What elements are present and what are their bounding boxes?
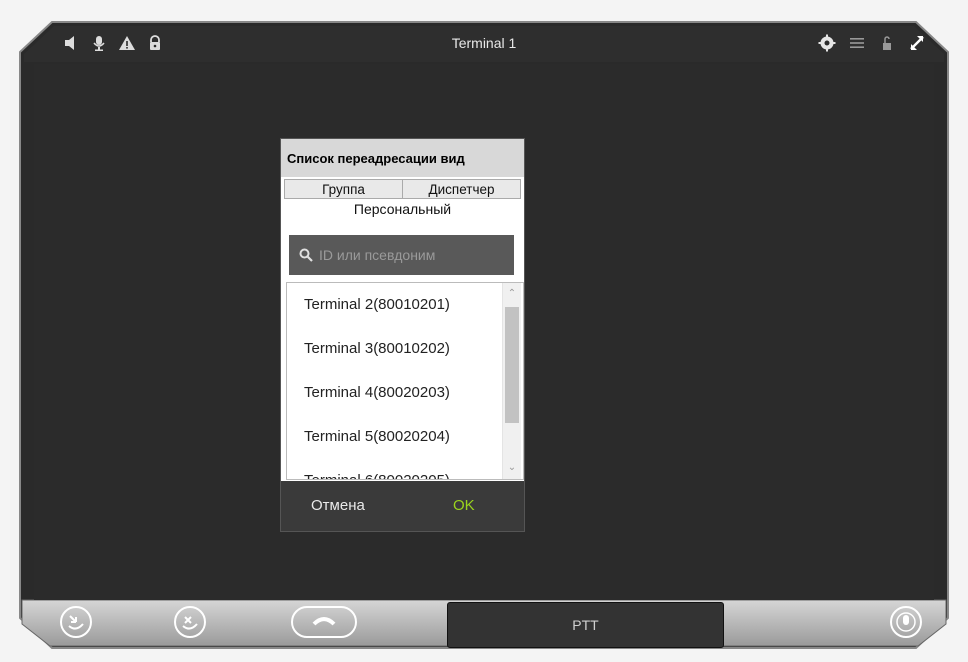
search-input[interactable] xyxy=(317,246,501,264)
cancel-button[interactable]: Отмена xyxy=(311,497,365,514)
ok-button[interactable]: OK xyxy=(453,497,475,514)
search-icon xyxy=(299,248,313,262)
dialog-footer: Отмена OK xyxy=(281,481,524,531)
scrollbar-thumb[interactable] xyxy=(505,307,519,423)
menu-icon[interactable] xyxy=(848,34,866,52)
list-scrollbar[interactable]: ⌃ ⌄ xyxy=(502,283,521,479)
voice-message-icon[interactable] xyxy=(888,604,924,645)
expand-icon[interactable] xyxy=(908,34,926,52)
bottom-bar: PTT xyxy=(22,600,946,648)
forwarding-dialog: Список переадресации вид Группа Диспетче… xyxy=(280,138,525,532)
reject-call-icon[interactable] xyxy=(172,604,208,645)
pin-icon[interactable] xyxy=(878,34,896,52)
hang-up-icon[interactable] xyxy=(290,604,358,645)
tab-dispatcher[interactable]: Диспетчер xyxy=(403,179,521,199)
list-item[interactable]: Terminal 3(80010202) xyxy=(287,327,523,371)
answer-call-icon[interactable] xyxy=(58,604,94,645)
search-box xyxy=(289,235,514,275)
dialog-tabs: Группа Диспетчер xyxy=(284,179,521,199)
terminal-window: Terminal 1 Список переадресации вид Груп… xyxy=(0,0,968,662)
terminal-list[interactable]: Terminal 2(80010201) Terminal 3(80010202… xyxy=(286,282,524,480)
ptt-button[interactable]: PTT xyxy=(447,602,724,648)
top-bar: Terminal 1 xyxy=(22,24,946,64)
tab-personal[interactable]: Персональный xyxy=(281,201,524,221)
settings-icon[interactable] xyxy=(818,34,836,52)
scroll-down-icon[interactable]: ⌄ xyxy=(503,459,521,477)
list-item[interactable]: Terminal 4(80020203) xyxy=(287,371,523,415)
window-controls xyxy=(818,34,926,52)
dialog-title: Список переадресации вид xyxy=(281,139,524,177)
window-title: Terminal 1 xyxy=(451,35,517,51)
list-item[interactable]: Terminal 2(80010201) xyxy=(287,283,523,327)
list-item[interactable]: Terminal 5(80020204) xyxy=(287,415,523,459)
tab-group[interactable]: Группа xyxy=(284,179,403,199)
scroll-up-icon[interactable]: ⌃ xyxy=(503,285,521,303)
list-item[interactable]: Terminal 6(80020205) xyxy=(287,459,523,479)
